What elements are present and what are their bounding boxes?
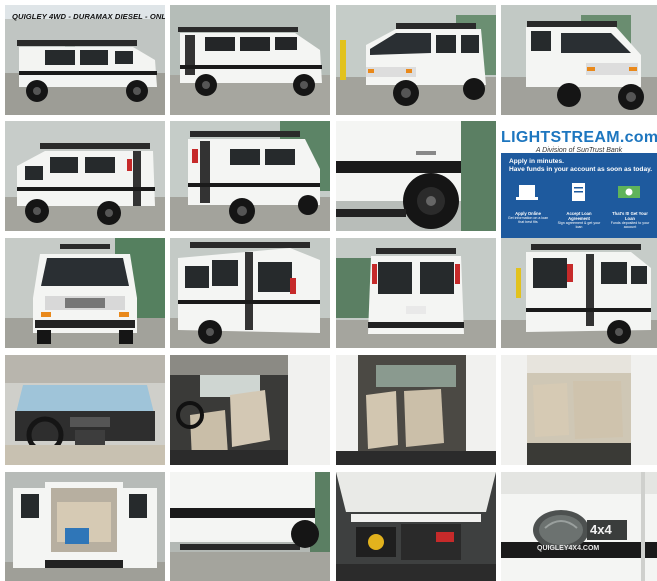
photo-rear-doors-open[interactable] bbox=[5, 472, 165, 581]
photo-van-front-left[interactable]: QUIGLEY 4WD - DURAMAX DIESEL - ONLY 51,7… bbox=[5, 5, 165, 115]
ad-line2: Have funds in your account as soon as to… bbox=[509, 166, 653, 173]
photo-front-seats[interactable] bbox=[170, 355, 330, 465]
photo-van-front-three-quarter[interactable] bbox=[336, 5, 496, 115]
laptop-icon bbox=[519, 185, 535, 197]
photo-wheel-closeup[interactable] bbox=[336, 121, 496, 231]
photo-van-front-right[interactable] bbox=[501, 5, 657, 115]
photo-van-rear-right[interactable] bbox=[501, 238, 657, 348]
ad-step-2: Accept Loan Agreement Sign agreement & ge… bbox=[557, 211, 601, 229]
photo-rear-seats[interactable] bbox=[501, 355, 657, 465]
photo-van-left-side[interactable] bbox=[170, 5, 330, 115]
ad-line1: Apply in minutes. bbox=[509, 158, 564, 165]
photo-van-rear-left[interactable] bbox=[170, 121, 330, 231]
photo-van-front[interactable] bbox=[5, 238, 165, 348]
ad-step-3: That's It! Get Your Loan Funds deposited … bbox=[610, 211, 650, 229]
photo-van-left-ladder[interactable] bbox=[5, 121, 165, 231]
lightstream-ad[interactable]: LIGHTSTREAM.com A Division of SunTrust B… bbox=[501, 121, 657, 238]
badge-model: 4x4 bbox=[590, 522, 612, 537]
ad-step-icons bbox=[516, 183, 640, 201]
photo-van-rear[interactable] bbox=[336, 238, 496, 348]
photo-van-rear-left-view[interactable] bbox=[170, 238, 330, 348]
photo-engine-bay[interactable] bbox=[336, 472, 496, 581]
ad-panel: Apply in minutes. Have funds in your acc… bbox=[501, 153, 657, 238]
headline-text: QUIGLEY 4WD - DURAMAX DIESEL - ONLY 51,7… bbox=[12, 12, 165, 21]
ad-step-1: Apply Online Get information on a loan th… bbox=[507, 211, 549, 224]
photo-dashboard[interactable] bbox=[5, 355, 165, 465]
ad-brand: LIGHTSTREAM bbox=[501, 129, 620, 146]
photo-passenger-seats[interactable] bbox=[336, 355, 496, 465]
ad-logo: LIGHTSTREAM.com A Division of SunTrust B… bbox=[501, 129, 657, 154]
photo-quigley-badge[interactable]: 4x4 QUIGLEY4X4.COM bbox=[501, 472, 657, 581]
ad-domain: .com bbox=[619, 129, 657, 146]
photo-grid: QUIGLEY 4WD - DURAMAX DIESEL - ONLY 51,7… bbox=[0, 0, 657, 581]
badge-brand: QUIGLEY4X4.COM bbox=[537, 545, 600, 552]
photo-side-step[interactable] bbox=[170, 472, 330, 581]
